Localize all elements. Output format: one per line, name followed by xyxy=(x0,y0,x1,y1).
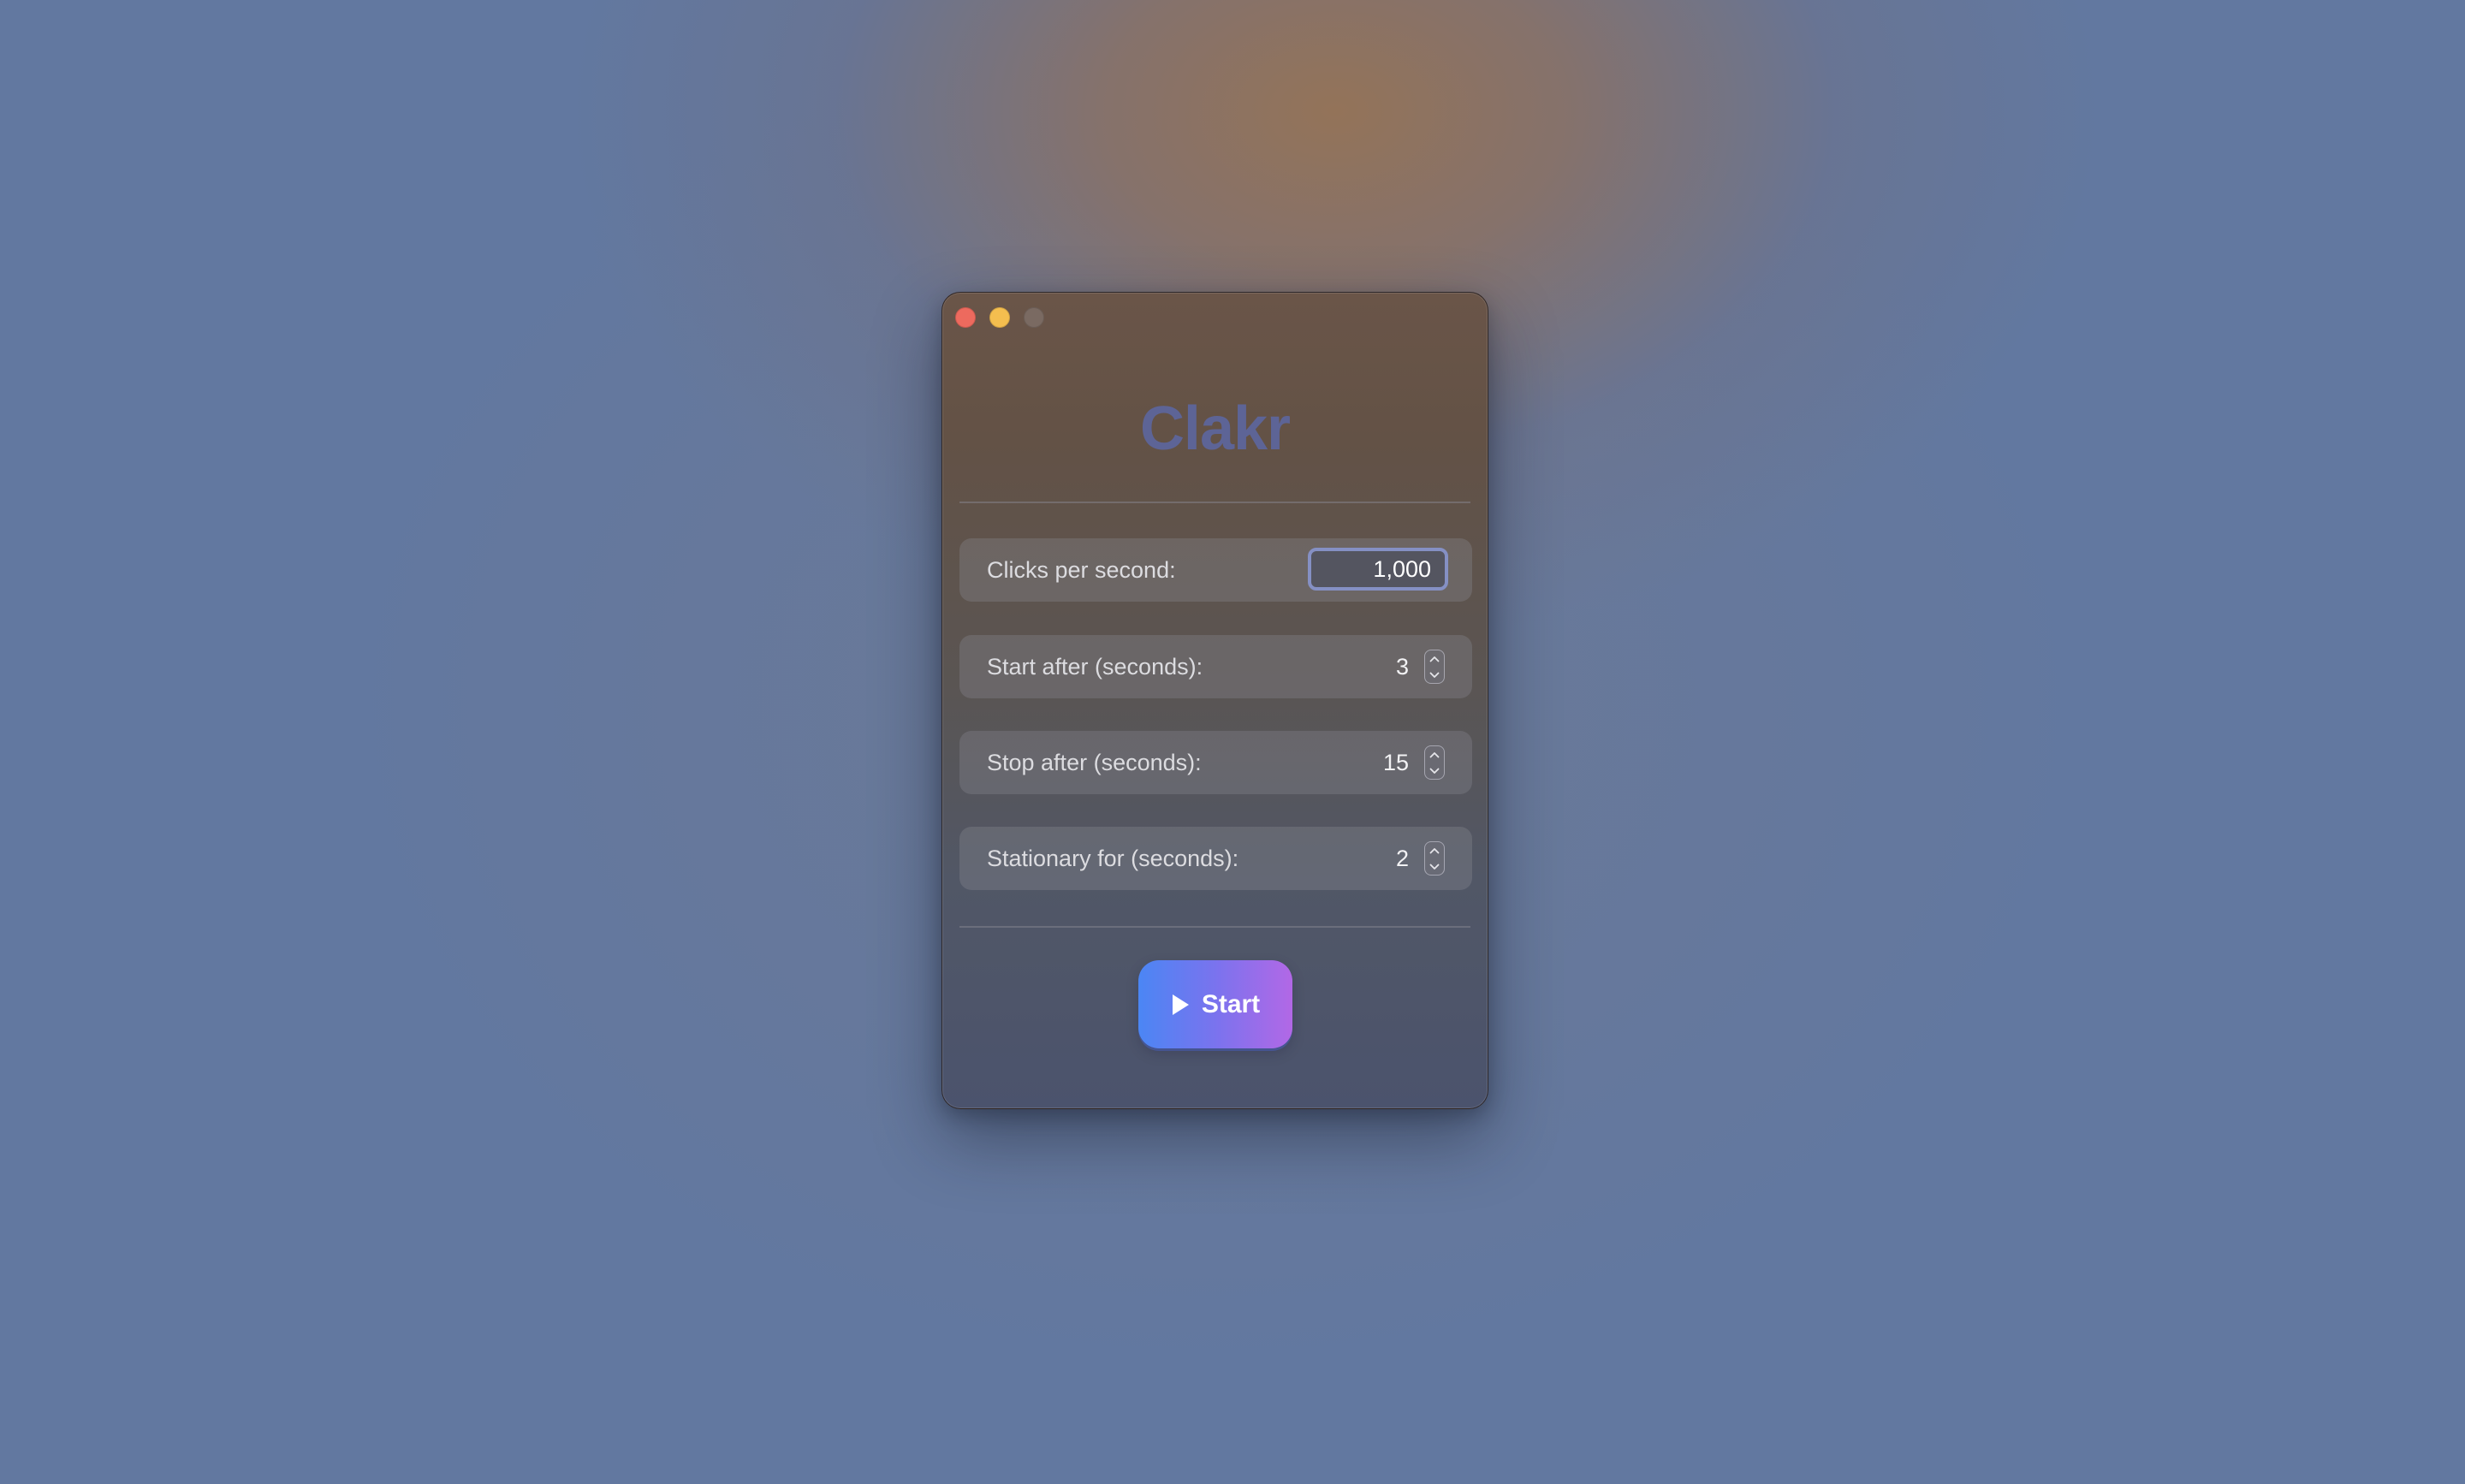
start-button[interactable]: Start xyxy=(1138,960,1292,1048)
stop-after-label: Stop after (seconds): xyxy=(987,750,1202,775)
chevron-down-icon[interactable] xyxy=(1425,763,1444,779)
stationary-for-value[interactable]: 2 xyxy=(1396,827,1409,890)
bottom-divider xyxy=(959,926,1470,928)
start-after-value[interactable]: 3 xyxy=(1396,635,1409,698)
stop-after-row: Stop after (seconds): 15 xyxy=(959,731,1472,794)
chevron-up-icon[interactable] xyxy=(1425,650,1444,667)
app-title: Clakr xyxy=(1139,395,1291,463)
stationary-for-label: Stationary for (seconds): xyxy=(987,846,1239,871)
chevron-down-icon[interactable] xyxy=(1425,667,1444,683)
start-button-label: Start xyxy=(1201,989,1261,1018)
start-after-row: Start after (seconds): 3 xyxy=(959,635,1472,698)
clicks-per-second-row: Clicks per second: 1,000 xyxy=(959,538,1472,602)
close-window-button[interactable] xyxy=(955,307,976,328)
clicks-per-second-input[interactable]: 1,000 xyxy=(1308,548,1448,591)
stationary-for-row: Stationary for (seconds): 2 xyxy=(959,827,1472,890)
top-divider xyxy=(959,502,1470,503)
stop-after-value[interactable]: 15 xyxy=(1383,731,1409,794)
start-after-stepper[interactable] xyxy=(1424,650,1445,684)
minimize-window-button[interactable] xyxy=(989,307,1010,328)
zoom-window-button[interactable] xyxy=(1024,307,1044,328)
chevron-up-icon[interactable] xyxy=(1425,842,1444,858)
clicks-per-second-label: Clicks per second: xyxy=(987,557,1176,583)
start-after-label: Start after (seconds): xyxy=(987,654,1203,680)
stationary-for-stepper[interactable] xyxy=(1424,841,1445,876)
chevron-up-icon[interactable] xyxy=(1425,746,1444,763)
stop-after-stepper[interactable] xyxy=(1424,745,1445,780)
app-window: Clakr Clicks per second: 1,000 Start aft… xyxy=(941,292,1488,1109)
play-icon xyxy=(1172,994,1189,1015)
chevron-down-icon[interactable] xyxy=(1425,858,1444,875)
